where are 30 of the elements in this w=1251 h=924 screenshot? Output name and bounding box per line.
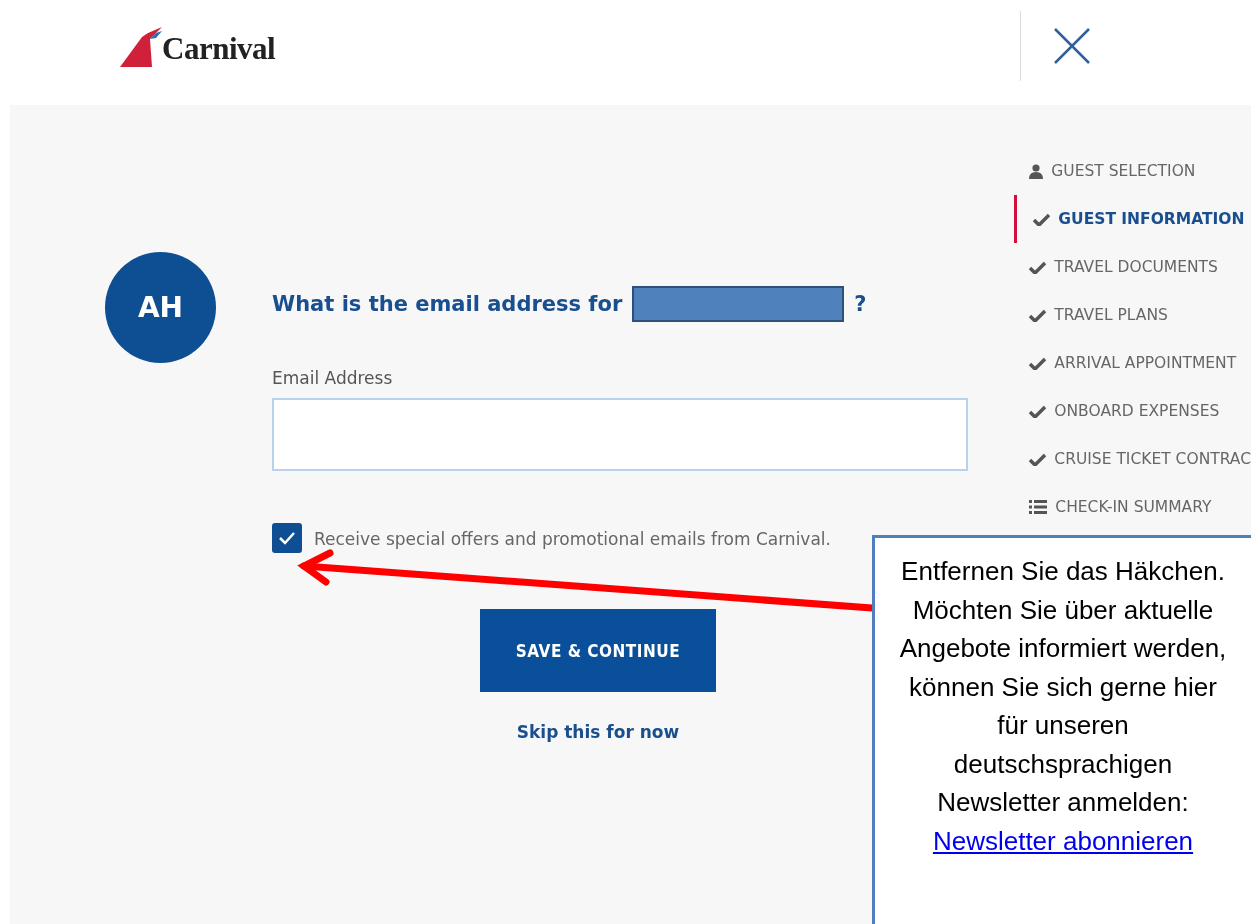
callout-text: Entfernen Sie das Häkchen. Möchten Sie über aktuelle Angebote informiert werden, können Sie sich gerne hier für unseren deutschsprachigen Newsletter anmelden: [898, 555, 1228, 819]
newsletter-link[interactable]: Newsletter abonnieren [932, 825, 1194, 856]
avatar: AH [105, 252, 216, 363]
save-continue-button[interactable]: SAVE & CONTINUE [480, 609, 716, 692]
question-mark: ? [854, 292, 867, 316]
list-icon [1029, 500, 1048, 514]
step-item[interactable]: CRUISE TICKET CONTRAC [1014, 435, 1251, 483]
email-label: Email Address [272, 368, 394, 388]
check-icon [1029, 452, 1047, 466]
step-item[interactable]: TRAVEL DOCUMENTS [1014, 243, 1251, 291]
email-input-field[interactable] [272, 398, 968, 471]
question-heading: What is the email address for [272, 292, 623, 316]
check-icon [278, 531, 296, 545]
close-button[interactable] [1053, 26, 1091, 65]
offers-label: Receive special offers and promotional emails from Carnival. [314, 529, 831, 549]
step-item[interactable]: ARRIVAL APPOINTMENT [1014, 339, 1251, 387]
logo: Carnival [120, 24, 276, 67]
person-icon [1029, 163, 1044, 179]
step-item[interactable]: ONBOARD EXPENSES [1014, 387, 1251, 435]
check-icon [1029, 356, 1047, 370]
step-item[interactable]: TRAVEL PLANS [1014, 291, 1251, 339]
check-icon [1029, 260, 1047, 274]
check-icon [1033, 212, 1051, 226]
skip-link[interactable]: Skip this for now [516, 722, 680, 742]
check-icon [1029, 308, 1047, 322]
check-icon [1029, 404, 1047, 418]
offers-checkbox[interactable] [272, 523, 302, 553]
step-item[interactable]: GUEST INFORMATION [1014, 195, 1251, 243]
step-item[interactable]: GUEST SELECTION [1014, 147, 1251, 195]
step-item[interactable]: CHECK-IN SUMMARY [1014, 483, 1251, 531]
